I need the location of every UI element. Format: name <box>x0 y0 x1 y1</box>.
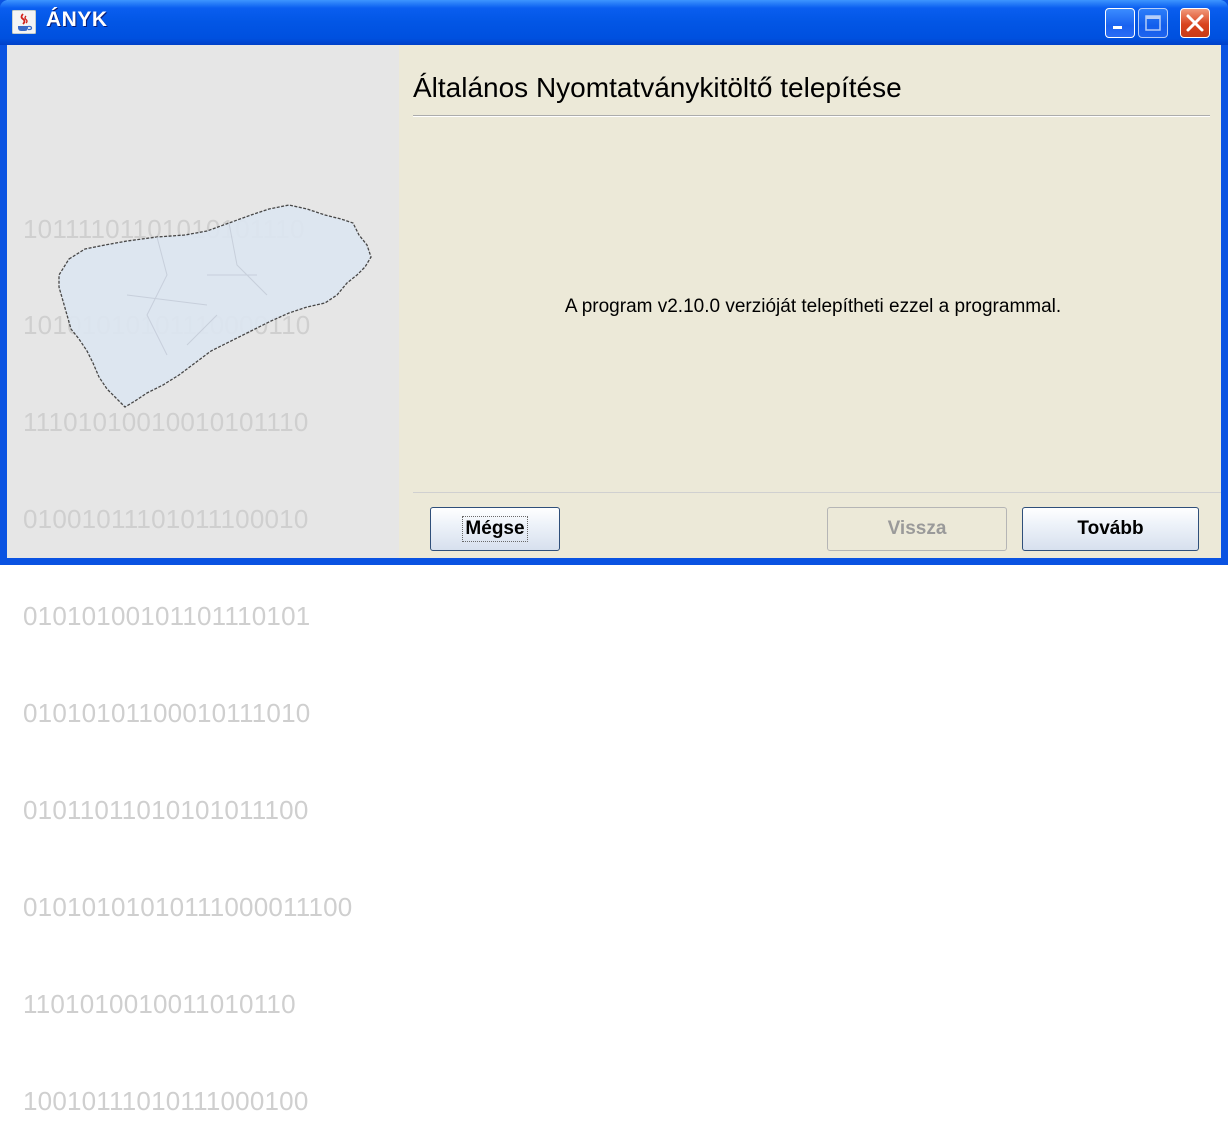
installer-window: ÁNYK 10111101101010101110 10101010101110… <box>0 0 1228 1116</box>
next-button-label: Tovább <box>1077 518 1144 539</box>
binary-line: 1101010010011010110 <box>23 988 296 1019</box>
page-title: Általános Nyomtatványkitöltő telepítése <box>413 72 902 103</box>
divider <box>413 492 1221 493</box>
title-bar[interactable]: ÁNYK <box>0 0 1228 45</box>
close-button[interactable] <box>1180 8 1210 38</box>
back-button-label: Vissza <box>887 518 947 539</box>
install-message: A program v2.10.0 verzióját telepítheti … <box>564 296 1062 317</box>
minimize-icon <box>1113 26 1122 29</box>
cancel-button-label: Mégse <box>462 516 528 542</box>
maximize-button[interactable] <box>1138 8 1168 38</box>
binary-line: 01010101100010111010 <box>23 698 311 729</box>
java-cup-icon <box>12 10 36 34</box>
divider <box>413 115 1210 117</box>
binary-line: 01010101010111000011100 <box>23 891 353 922</box>
back-button[interactable]: Vissza <box>827 507 1007 551</box>
close-icon <box>1186 14 1204 32</box>
window-title: ÁNYK <box>46 8 108 31</box>
hungary-map-icon <box>58 204 372 408</box>
maximize-icon <box>1145 15 1161 31</box>
next-button[interactable]: Tovább <box>1022 507 1199 551</box>
binary-line: 10010111010111000100 <box>23 1085 309 1116</box>
binary-line: 01011011010101011100 <box>23 794 309 825</box>
sidebar-panel: 10111101101010101110 1010101010111000011… <box>7 45 399 1116</box>
cancel-button[interactable]: Mégse <box>430 507 560 551</box>
binary-line: 01010100101101110101 <box>23 601 311 632</box>
minimize-button[interactable] <box>1105 8 1135 38</box>
content-area: 10111101101010101110 1010101010111000011… <box>7 45 1221 1116</box>
